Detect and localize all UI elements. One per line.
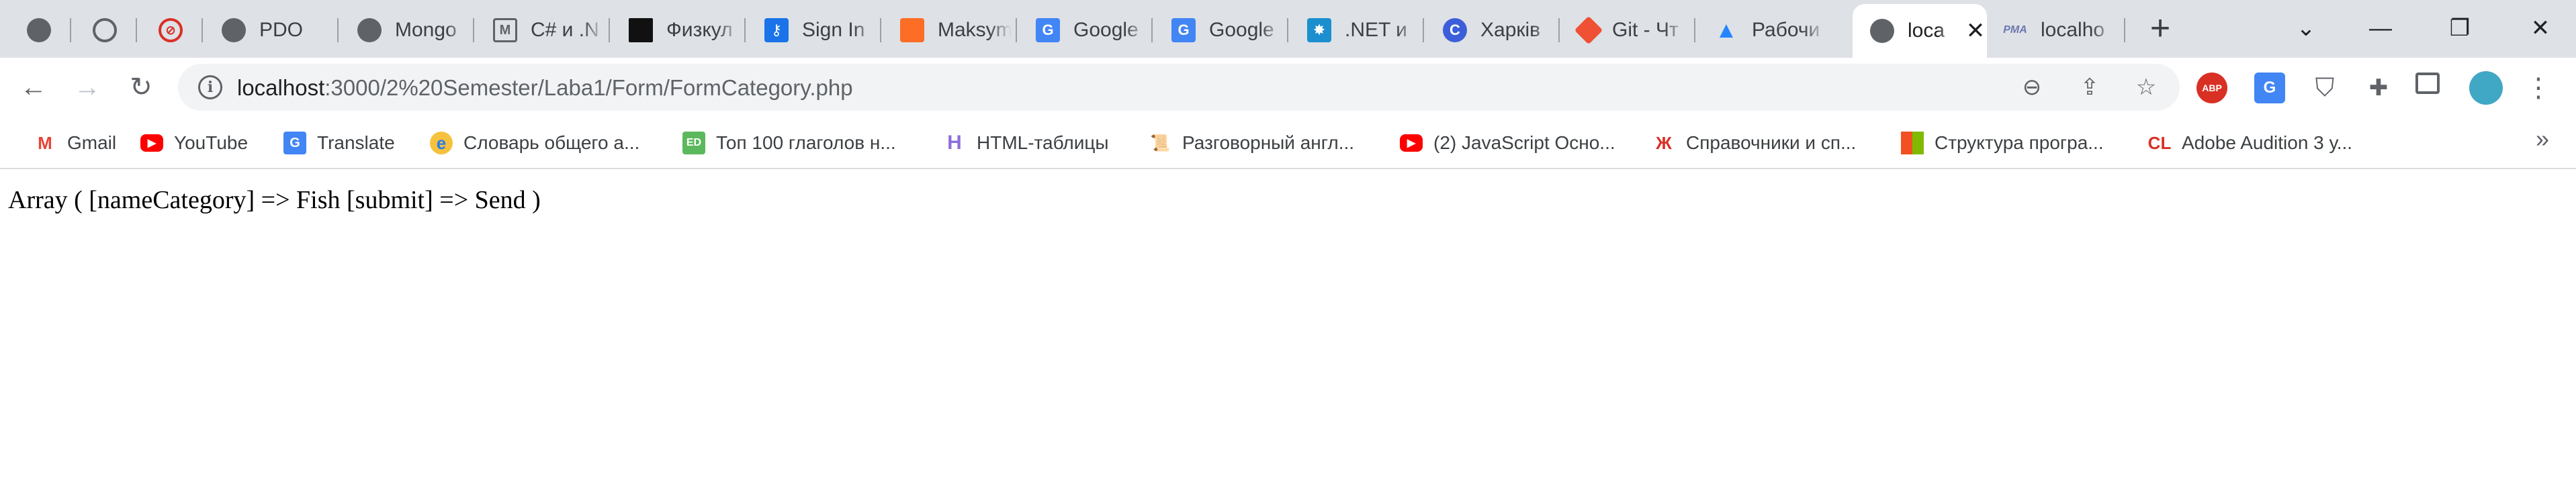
- tab[interactable]: Maksym: [883, 8, 1017, 52]
- tab-title: Рабочи: [1752, 19, 1820, 41]
- globe-icon: [93, 18, 117, 42]
- blocked-icon: ⊘: [159, 18, 183, 42]
- toolbar: ← → ↻ i localhost:3000/2%20Semester/Laba…: [0, 58, 2576, 117]
- bookmark-translate[interactable]: G Translate: [283, 129, 395, 157]
- translate-icon[interactable]: G: [2254, 73, 2285, 103]
- zoom-icon[interactable]: ⊖: [2018, 74, 2045, 101]
- tab[interactable]: M C# и .N: [476, 8, 610, 52]
- globe-icon: [357, 18, 382, 42]
- tab-title: Google: [1073, 19, 1139, 41]
- back-button[interactable]: ←: [16, 70, 51, 105]
- tab[interactable]: C Харків: [1425, 8, 1560, 52]
- atlassian-icon: ▲: [1715, 17, 1738, 43]
- forward-button[interactable]: →: [70, 70, 105, 105]
- phpmyadmin-icon: PMA: [2003, 24, 2027, 36]
- puzzle-icon[interactable]: ✚: [2363, 73, 2394, 103]
- bookmark-youtube[interactable]: ▶ YouTube: [140, 129, 248, 157]
- google-translate-icon: G: [1171, 18, 1196, 42]
- globe-icon: [222, 18, 246, 42]
- tower-icon: Ж: [1656, 132, 1672, 153]
- tab[interactable]: Mongo: [340, 8, 474, 52]
- gmail-icon: M: [38, 132, 52, 153]
- tab-title: Maksym: [938, 19, 1012, 41]
- bookmark-structure[interactable]: Структура програ...: [1901, 129, 2104, 157]
- close-window-button[interactable]: ✕: [2520, 9, 2561, 47]
- tab[interactable]: ⊘: [138, 8, 203, 52]
- dotnet-icon: ✸: [1307, 18, 1331, 42]
- globe-icon: [27, 18, 51, 42]
- tab[interactable]: [0, 8, 71, 52]
- tab[interactable]: Физкул: [611, 8, 746, 52]
- tab-active[interactable]: loca ✕: [1853, 4, 1987, 58]
- logo-icon: [629, 18, 653, 42]
- ed-icon: ED: [682, 132, 705, 154]
- scroll-icon: 📜: [1150, 134, 1170, 152]
- google-translate-icon: G: [283, 132, 306, 154]
- address-bar[interactable]: i localhost:3000/2%20Semester/Laba1/Form…: [178, 64, 2180, 111]
- menu-icon[interactable]: ⋮: [2523, 73, 2554, 103]
- youtube-icon: ▶: [140, 134, 163, 152]
- more-bookmarks-button[interactable]: »: [2536, 125, 2549, 153]
- tab-strip: ⊘ PDO Mongo M C# и .N Физкул ⚷ Sign In M…: [0, 0, 2576, 58]
- profile-avatar[interactable]: [2469, 71, 2503, 105]
- bookmark-references[interactable]: Ж Справочники и сп...: [1652, 129, 1856, 157]
- tab[interactable]: Git - Чт: [1561, 8, 1695, 52]
- tab-title: .NET и: [1345, 19, 1407, 41]
- new-tab-button[interactable]: +: [2143, 11, 2178, 47]
- microsoft-icon: [1901, 132, 1924, 154]
- h-icon: H: [947, 132, 962, 154]
- c-icon: C: [1443, 18, 1467, 42]
- shield-icon[interactable]: ⛉: [2309, 73, 2340, 103]
- tab-search-icon[interactable]: ⌄: [2286, 9, 2326, 47]
- tab-title: PDO: [259, 19, 304, 41]
- e-icon: e: [430, 132, 453, 154]
- tab-title: Google: [1209, 19, 1274, 41]
- cl-icon: CL: [2147, 132, 2172, 153]
- bookmark-star-icon[interactable]: ☆: [2133, 74, 2160, 101]
- tab[interactable]: G Google: [1154, 8, 1288, 52]
- tab-title: C# и .N: [531, 19, 599, 41]
- bookmarks-bar: M Gmail ▶ YouTube G Translate e Словарь …: [0, 117, 2576, 169]
- tab-title: Физкул: [666, 19, 733, 41]
- page-content: Array ( [nameCategory] => Fish [submit] …: [0, 171, 2576, 480]
- tab[interactable]: PMA localho: [1988, 8, 2125, 52]
- bookmark-dictionary[interactable]: e Словарь общего а...: [430, 129, 639, 157]
- bookmark-javascript[interactable]: ▶ (2) JavaScript Осно...: [1400, 129, 1615, 157]
- gitlab-icon: [900, 18, 924, 42]
- bookmark-english[interactable]: 📜 Разговорный англ...: [1149, 129, 1354, 157]
- bookmark-gmail[interactable]: M Gmail: [34, 129, 116, 157]
- close-tab-icon[interactable]: ✕: [1964, 18, 1987, 44]
- tab-title: Mongo: [395, 19, 457, 41]
- tab-title: Sign In: [802, 19, 865, 41]
- google-translate-icon: G: [1036, 18, 1060, 42]
- tab[interactable]: G Google: [1018, 8, 1153, 52]
- tab-title: Харків: [1480, 19, 1541, 41]
- tab[interactable]: ▲ Рабочи: [1697, 8, 1851, 52]
- key-icon: ⚷: [764, 18, 789, 42]
- tab-title: loca: [1908, 19, 1945, 42]
- tab-title: localho: [2041, 19, 2105, 41]
- array-output: Array ( [nameCategory] => Fish [submit] …: [8, 186, 541, 214]
- abp-icon[interactable]: ABP: [2196, 73, 2227, 103]
- bookmark-verbs[interactable]: ED Топ 100 глаголов н...: [682, 129, 896, 157]
- bookmark-adobe-audition[interactable]: CL Adobe Audition 3 у...: [2148, 129, 2352, 157]
- sidebar-icon[interactable]: [2415, 73, 2440, 94]
- m-icon: M: [493, 18, 517, 42]
- globe-icon: [1870, 19, 1894, 43]
- minimize-button[interactable]: —: [2360, 9, 2401, 47]
- restore-button[interactable]: ❐: [2440, 9, 2480, 47]
- tab[interactable]: PDO: [204, 8, 339, 52]
- url-text[interactable]: localhost:3000/2%20Semester/Laba1/Form/F…: [237, 75, 853, 101]
- tab[interactable]: ⚷ Sign In: [747, 8, 881, 52]
- git-icon: [1574, 15, 1603, 45]
- share-icon[interactable]: ⇪: [2076, 74, 2103, 101]
- youtube-icon: ▶: [1400, 134, 1423, 152]
- tab[interactable]: ✸ .NET и: [1290, 8, 1424, 52]
- site-info-icon[interactable]: i: [198, 75, 222, 99]
- bookmark-html-tables[interactable]: H HTML-таблицы: [943, 129, 1108, 157]
- tab[interactable]: [73, 8, 137, 52]
- tab-title: Git - Чт: [1612, 19, 1679, 41]
- reload-button[interactable]: ↻: [124, 70, 159, 105]
